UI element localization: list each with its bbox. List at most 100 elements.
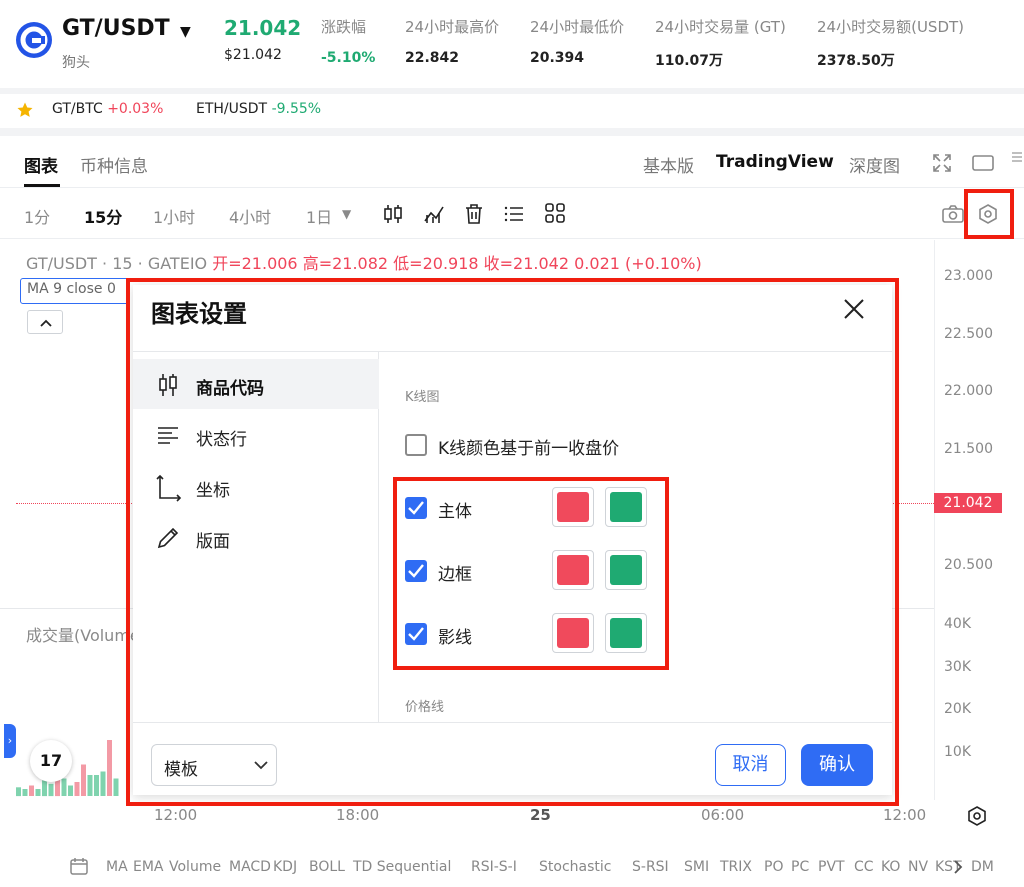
price-axis-label: 21.500	[944, 441, 993, 457]
timeframe-1d[interactable]: 1日	[306, 204, 332, 228]
indicator-nv[interactable]: NV	[908, 859, 928, 875]
tradingview-logo-icon[interactable]: 17	[30, 740, 72, 782]
price-axis-label: 22.000	[944, 383, 993, 399]
volume-bar	[61, 778, 67, 796]
last-price-usd: $21.042	[224, 47, 282, 63]
highlight-settings-box	[964, 189, 1014, 239]
axis-settings-icon[interactable]	[966, 805, 988, 827]
current-price-tag: 21.042	[934, 493, 1002, 513]
indicator-cc[interactable]: CC	[854, 859, 874, 875]
volume-bar	[113, 778, 119, 796]
camera-icon[interactable]	[942, 205, 964, 223]
stat-low-label: 24小时最低价	[530, 18, 625, 36]
timeframe-4h[interactable]: 4小时	[229, 204, 271, 228]
volume-bar	[68, 785, 73, 796]
stat-turnover-value: 2378.50万	[817, 53, 895, 69]
favorite-change: +0.03%	[107, 101, 164, 117]
volume-pane-label: 成交量(Volume	[26, 626, 140, 645]
mode-tradingview[interactable]: TradingView	[716, 152, 834, 172]
indicator-stochastic[interactable]: Stochastic	[539, 859, 611, 875]
fullscreen-icon[interactable]	[932, 153, 952, 173]
volume-bar	[16, 787, 21, 797]
volume-bar	[48, 783, 54, 797]
volume-bar	[35, 789, 41, 796]
star-icon[interactable]	[16, 101, 34, 119]
volume-bar	[42, 780, 47, 797]
indicator-dm[interactable]: DM	[971, 859, 994, 875]
favorite-symbol: ETH/USDT	[196, 101, 268, 117]
indicator-rsi-s-i[interactable]: RSI-S-I	[471, 859, 517, 875]
timeframe-1m[interactable]: 1分	[24, 204, 50, 228]
indicator-pvt[interactable]: PVT	[818, 859, 845, 875]
indicator-s-rsi[interactable]: S-RSI	[632, 859, 669, 875]
candle-type-icon[interactable]	[383, 203, 403, 225]
favorite-change: -9.55%	[271, 101, 322, 117]
indicator-td-sequential[interactable]: TD Sequential	[353, 859, 451, 875]
indicator-ema[interactable]: EMA	[133, 859, 164, 875]
time-axis-label: 06:00	[701, 806, 745, 824]
stat-turnover-label: 24小时交易额(USDT)	[817, 18, 965, 36]
indicator-macd[interactable]: MACD	[229, 859, 271, 875]
delete-icon[interactable]	[464, 203, 484, 225]
indicator-ma[interactable]: MA	[106, 859, 128, 875]
chevron-right-icon[interactable]	[951, 858, 965, 876]
layout-grid-icon[interactable]	[545, 203, 565, 223]
ticker-header	[0, 0, 1024, 88]
stat-change-value: -5.10%	[321, 50, 376, 66]
timeframe-dropdown-icon[interactable]: ▼	[342, 207, 351, 221]
pair-title[interactable]: GT/USDT	[62, 16, 170, 41]
ma-indicator-chip[interactable]: MA 9 close 0	[20, 278, 130, 304]
more-icon[interactable]	[1010, 150, 1024, 164]
chart-legend: GT/USDT · 15 · GATEIO 开=21.006 高=21.082 …	[26, 250, 702, 274]
pair-dropdown-icon[interactable]: ▼	[180, 24, 191, 40]
volume-bar	[100, 771, 106, 796]
mode-depth[interactable]: 深度图	[849, 152, 900, 177]
favorite-item-eth-usdt[interactable]: ETH/USDT -9.55%	[196, 101, 321, 117]
mode-basic[interactable]: 基本版	[643, 152, 694, 177]
favorite-symbol: GT/BTC	[52, 101, 103, 117]
separator	[0, 128, 1024, 136]
favorite-item-gt-btc[interactable]: GT/BTC +0.03%	[52, 101, 163, 117]
stat-volume-label: 24小时交易量 (GT)	[655, 18, 786, 36]
indicator-volume[interactable]: Volume	[169, 859, 221, 875]
tab-chart[interactable]: 图表	[24, 152, 58, 177]
time-axis-label: 12:00	[883, 806, 927, 824]
timeframe-15m[interactable]: 15分	[84, 204, 122, 228]
volume-axis-label: 40K	[944, 616, 971, 632]
indicator-po[interactable]: PO	[764, 859, 783, 875]
collapse-legend-button[interactable]	[27, 310, 63, 334]
tab-active-underline	[24, 184, 60, 187]
stat-change-label: 涨跌幅	[321, 18, 367, 36]
volume-bar	[22, 789, 28, 796]
volume-bar	[94, 775, 99, 796]
calendar-icon[interactable]	[70, 857, 88, 875]
legend-symbol: GT/USDT · 15 · GATEIO	[26, 254, 208, 273]
stat-volume-value: 110.07万	[655, 53, 724, 69]
time-axis-label: 18:00	[336, 806, 380, 824]
indicator-ko[interactable]: KO	[881, 859, 900, 875]
tab-coin-info[interactable]: 币种信息	[80, 152, 148, 177]
legend-ohlc: 开=21.006 高=21.082 低=20.918 收=21.042 0.02…	[212, 254, 702, 273]
list-icon[interactable]	[504, 203, 524, 225]
volume-bar	[87, 775, 93, 796]
expand-side-panel-handle[interactable]: ›	[4, 724, 16, 758]
indicator-pc[interactable]: PC	[791, 859, 809, 875]
indicator-boll[interactable]: BOLL	[309, 859, 345, 875]
stat-low-value: 20.394	[530, 50, 585, 66]
stat-high-value: 22.842	[405, 50, 460, 66]
timeframe-1h[interactable]: 1小时	[153, 204, 195, 228]
highlight-color-rows-box	[393, 477, 669, 670]
volume-axis-label: 10K	[944, 744, 971, 760]
window-icon[interactable]	[972, 154, 994, 172]
stat-high-label: 24小时最高价	[405, 18, 500, 36]
indicator-smi[interactable]: SMI	[684, 859, 709, 875]
indicator-icon[interactable]	[423, 203, 445, 225]
volume-bar	[29, 785, 34, 796]
volume-bar	[74, 782, 80, 796]
gate-logo-icon	[16, 22, 52, 58]
indicator-kdj[interactable]: KDJ	[273, 859, 297, 875]
volume-bar	[81, 764, 86, 796]
indicator-trix[interactable]: TRIX	[720, 859, 752, 875]
separator	[0, 838, 1024, 848]
volume-axis-label: 30K	[944, 659, 971, 675]
